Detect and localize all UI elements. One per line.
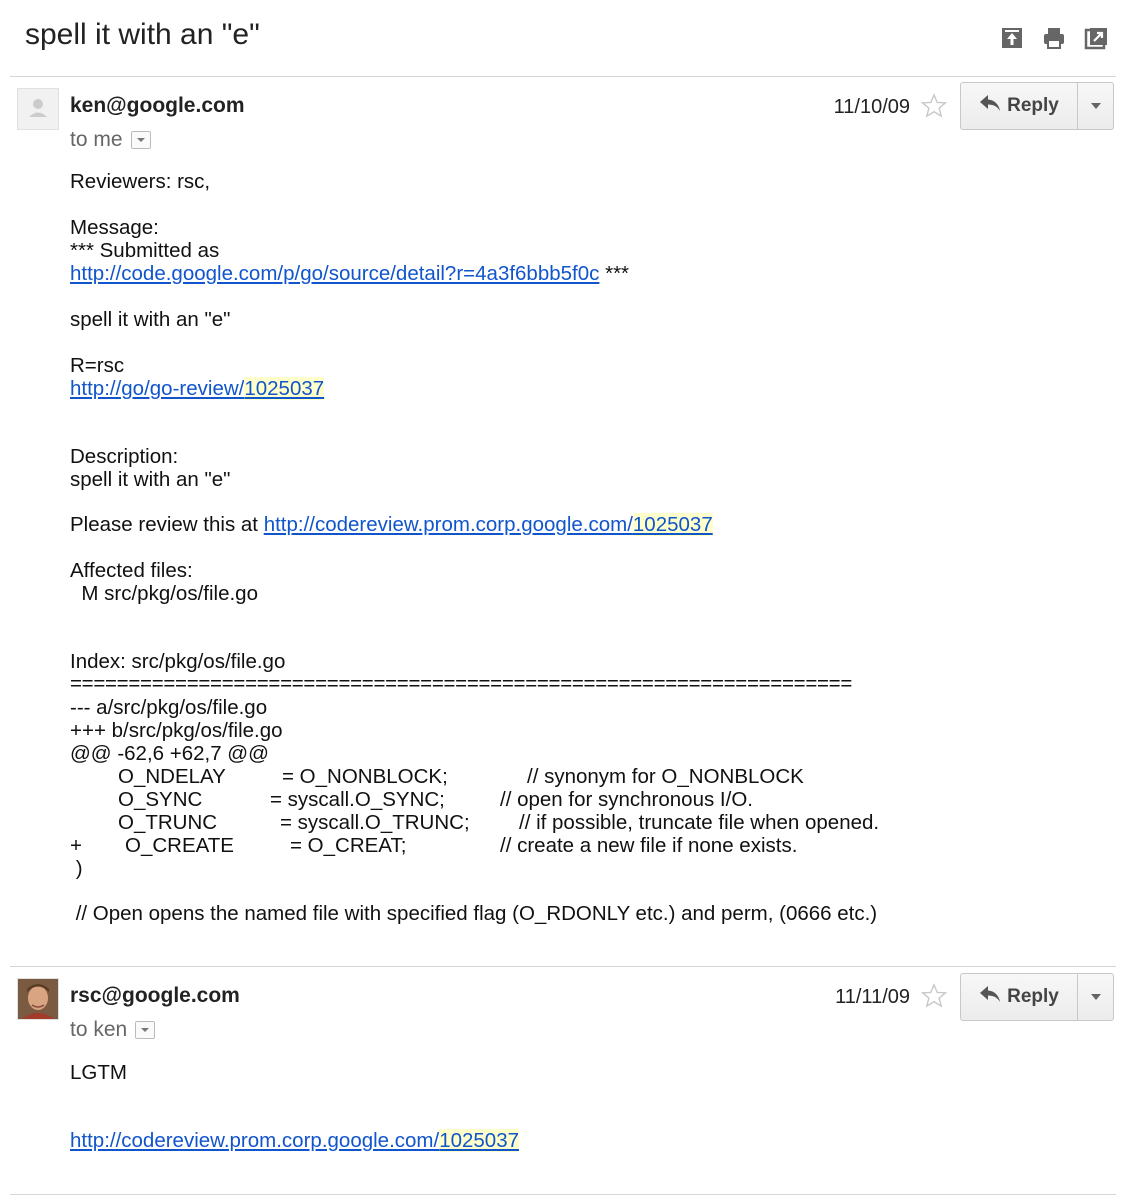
reply-arrow-icon (979, 94, 1001, 118)
chevron-down-icon (1090, 994, 1101, 1000)
show-details-dropdown[interactable] (135, 1021, 156, 1039)
code-name: O_CREATE (125, 834, 234, 857)
sender-name[interactable]: rsc@google.com (70, 984, 240, 1008)
minus-line: --- a/src/pkg/os/file.go (70, 696, 268, 719)
code-comment: // if possible, truncate file when opene… (519, 811, 880, 834)
review-link[interactable]: http://go/go-review/1025037 (70, 377, 325, 400)
codereview-link-id: 1025037 (632, 513, 713, 536)
codereview-link[interactable]: http://codereview.prom.corp.google.com/1… (264, 513, 713, 536)
message-date: 11/10/09 (833, 96, 910, 118)
affected-file: M src/pkg/os/file.go (70, 582, 258, 605)
code-name: O_TRUNC (118, 811, 218, 834)
review-link-base: http://go/go-review/ (70, 377, 245, 400)
star-icon[interactable] (920, 92, 948, 120)
code-prefix: + (70, 834, 82, 857)
index-line: Index: src/pkg/os/file.go (70, 650, 286, 673)
recipients-line: to ken (70, 1018, 156, 1042)
review-link-id: 1025037 (244, 377, 325, 400)
codereview-link[interactable]: http://codereview.prom.corp.google.com/1… (70, 1129, 520, 1152)
please-review-prefix: Please review this at (70, 513, 264, 536)
message-divider (10, 966, 1116, 967)
codereview-link-base: http://codereview.prom.corp.google.com/ (70, 1129, 440, 1152)
codereview-link-id: 1025037 (439, 1129, 520, 1152)
description-label: Description: (70, 445, 179, 468)
sender-name[interactable]: ken@google.com (70, 94, 245, 118)
email-subject: spell it with an "e" (25, 18, 260, 51)
chevron-down-icon (141, 1028, 150, 1032)
open-new-window-icon[interactable] (1084, 26, 1108, 50)
r-line: R=rsc (70, 354, 125, 377)
archive-up-icon[interactable] (1000, 26, 1024, 50)
review-link-row: http://go/go-review/1025037 (70, 377, 325, 400)
close-paren-line: ) (70, 857, 83, 880)
description-text: spell it with an "e" (70, 468, 231, 491)
message-body: LGTM http://codereview.prom.corp.google.… (70, 1061, 520, 1153)
reply-button[interactable]: Reply (961, 974, 1078, 1020)
chevron-down-icon (1090, 103, 1101, 109)
reply-options-dropdown[interactable] (1078, 83, 1113, 129)
reply-options-dropdown[interactable] (1078, 974, 1113, 1020)
code-assign: = O_NONBLOCK; (282, 765, 448, 788)
reply-arrow-icon (979, 985, 1001, 1009)
footer-divider (10, 1194, 1116, 1195)
plus-line: +++ b/src/pkg/os/file.go (70, 719, 283, 742)
message-body: Reviewers: rsc, Message: *** Submitted a… (70, 170, 852, 765)
show-details-dropdown[interactable] (130, 131, 151, 149)
lgtm-text: LGTM (70, 1061, 127, 1084)
code-assign: = O_CREAT; (290, 834, 407, 857)
reply-button[interactable]: Reply (961, 83, 1078, 129)
code-comment: // synonym for O_NONBLOCK (527, 765, 804, 788)
code-name: O_SYNC (118, 788, 203, 811)
separator-line: ========================================… (70, 672, 853, 695)
code-assign: = syscall.O_TRUNC; (280, 811, 470, 834)
recipients-label: to me (70, 128, 123, 151)
submitted-link[interactable]: http://code.google.com/p/go/source/detai… (70, 262, 599, 285)
message-label: Message: (70, 216, 159, 239)
please-review-row: Please review this at http://codereview.… (70, 513, 713, 536)
recipients-line: to me (70, 128, 151, 152)
avatar (17, 88, 59, 130)
open-comment-line: // Open opens the named file with specif… (70, 902, 878, 925)
submitted-line: *** Submitted as (70, 239, 220, 262)
affected-label: Affected files: (70, 559, 193, 582)
codereview-link-row: http://codereview.prom.corp.google.com/1… (70, 1129, 520, 1152)
recipients-label: to ken (70, 1018, 128, 1041)
code-assign: = syscall.O_SYNC; (270, 788, 445, 811)
reply-label: Reply (1007, 986, 1059, 1007)
summary-line: spell it with an "e" (70, 308, 231, 331)
code-name: O_NDELAY (118, 765, 226, 788)
reviewers-line: Reviewers: rsc, (70, 170, 211, 193)
code-comment: // create a new file if none exists. (500, 834, 798, 857)
submitted-suffix: *** (599, 262, 630, 285)
reply-button-group: Reply (960, 82, 1114, 130)
code-comment: // open for synchronous I/O. (500, 788, 753, 811)
chevron-down-icon (136, 138, 145, 142)
avatar (17, 978, 59, 1020)
hunk-line: @@ -62,6 +62,7 @@ (70, 742, 269, 765)
print-icon[interactable] (1042, 26, 1066, 50)
codereview-link-base: http://codereview.prom.corp.google.com/ (263, 513, 633, 536)
header-divider (10, 76, 1116, 77)
submitted-row: http://code.google.com/p/go/source/detai… (70, 262, 629, 285)
reply-button-group: Reply (960, 973, 1114, 1021)
star-icon[interactable] (920, 982, 948, 1010)
reply-label: Reply (1007, 95, 1059, 116)
message-date: 11/11/09 (835, 986, 910, 1008)
thread-toolbar (1000, 26, 1108, 50)
